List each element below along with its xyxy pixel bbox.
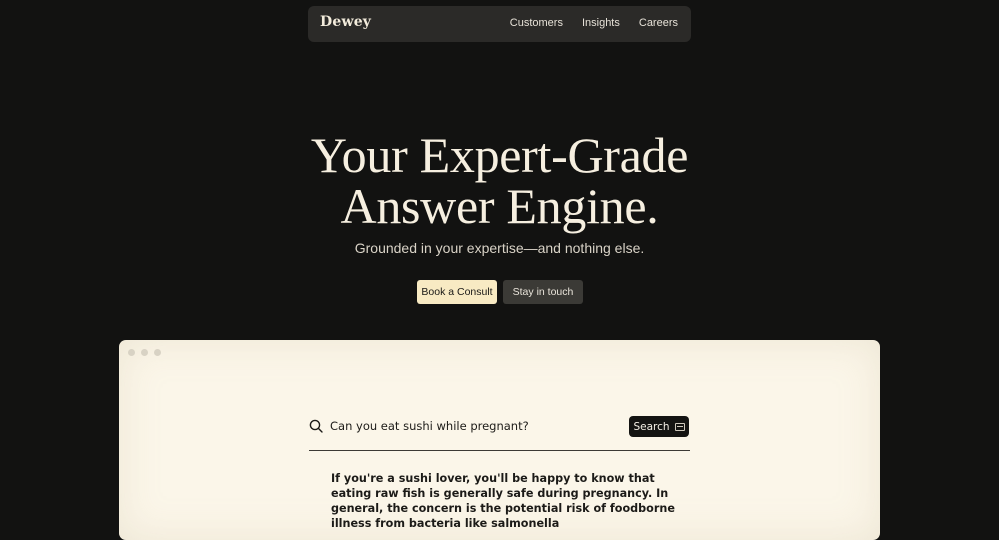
window-dot-icon — [128, 349, 135, 356]
search-input[interactable] — [330, 419, 610, 433]
search-button-label: Search — [633, 420, 670, 433]
window-dot-icon — [154, 349, 161, 356]
hero-title: Your Expert-Grade Answer Engine. — [0, 130, 999, 232]
cta-buttons: Book a Consult Stay in touch — [417, 280, 583, 304]
hero-title-line-1: Your Expert-Grade — [310, 127, 689, 183]
enter-key-icon — [674, 422, 685, 431]
stay-in-touch-button[interactable]: Stay in touch — [503, 280, 583, 304]
book-consult-button[interactable]: Book a Consult — [417, 280, 497, 304]
answer-text: If you're a sushi lover, you'll be happy… — [331, 472, 675, 530]
nav-link-careers[interactable]: Careers — [639, 17, 678, 29]
top-nav: Dewey Customers Insights Careers — [308, 6, 691, 42]
window-dot-icon — [141, 349, 148, 356]
nav-link-customers[interactable]: Customers — [510, 17, 563, 29]
search-bar: Search — [309, 416, 690, 451]
nav-link-insights[interactable]: Insights — [582, 17, 620, 29]
window-controls — [128, 349, 161, 356]
hero-subtitle: Grounded in your expertise—and nothing e… — [354, 240, 645, 256]
nav-links: Customers Insights Careers — [510, 17, 678, 29]
hero-title-line-2: Answer Engine. — [340, 178, 659, 234]
search-button[interactable]: Search — [629, 416, 689, 437]
brand-logo[interactable]: Dewey — [320, 14, 371, 30]
demo-window: Search If you're a sushi lover, you'll b… — [119, 340, 880, 540]
search-icon — [309, 419, 323, 433]
